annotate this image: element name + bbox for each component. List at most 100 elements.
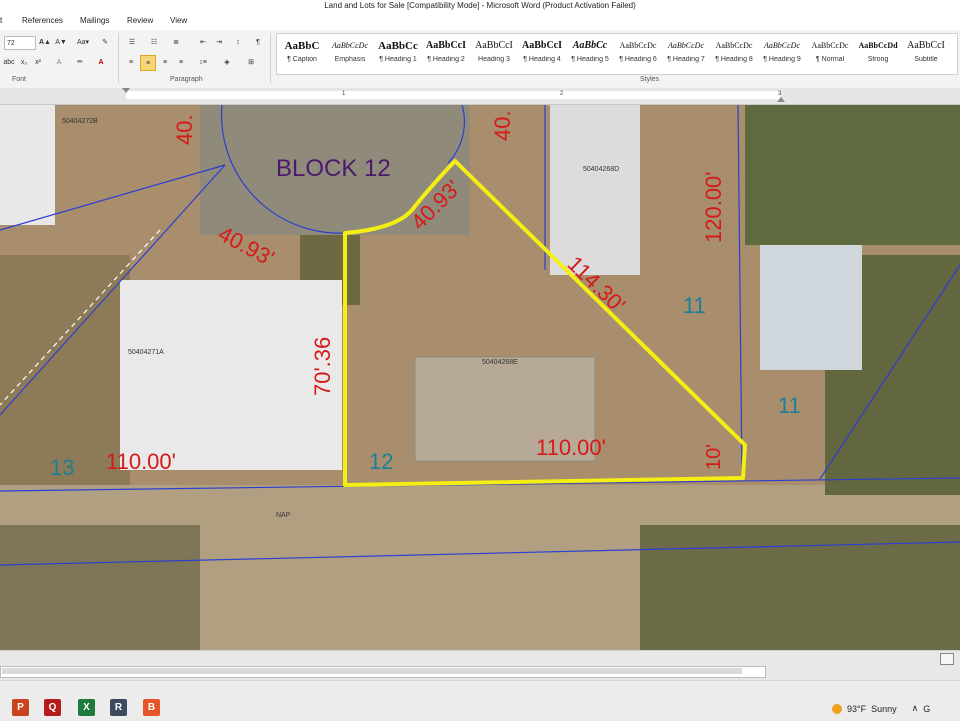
building-roof xyxy=(120,280,342,470)
align-right-icon[interactable]: ≡ xyxy=(158,55,172,69)
powerpoint-icon[interactable]: P xyxy=(12,699,29,716)
multilevel-list-icon[interactable]: ≣ xyxy=(168,36,184,48)
horizontal-ruler[interactable]: 1 2 3 xyxy=(0,88,960,105)
brave-browser-icon[interactable]: B xyxy=(143,699,160,716)
quicken-icon[interactable]: Q xyxy=(44,699,61,716)
font-color-icon[interactable]: A xyxy=(94,56,108,68)
weather-widget[interactable]: 93°F Sunny ∧ G xyxy=(832,703,930,714)
tab-mailings[interactable]: Mailings xyxy=(80,16,109,25)
dimension-label: 110.00' xyxy=(106,449,176,474)
trees xyxy=(745,105,960,245)
style-subtitle[interactable]: AaBbCcI Subtitle xyxy=(903,36,949,72)
building-roof xyxy=(0,105,55,225)
lot-number: 11 xyxy=(683,293,706,318)
divider xyxy=(118,33,119,83)
style-heading-1[interactable]: AaBbCc ¶ Heading 1 xyxy=(375,36,421,72)
style-strong[interactable]: AaBbCcDd Strong xyxy=(855,36,901,72)
highlight-icon[interactable]: ✏ xyxy=(72,56,88,68)
pilcrow-icon[interactable]: ¶ xyxy=(252,36,264,48)
excel-icon[interactable]: X xyxy=(78,699,95,716)
style-heading-3[interactable]: AaBbCcI Heading 3 xyxy=(471,36,517,72)
right-indent-marker[interactable] xyxy=(777,97,785,102)
borders-icon[interactable]: ⊞ xyxy=(242,55,260,69)
tab-view[interactable]: View xyxy=(170,16,187,25)
parcel-id: 50404271A xyxy=(128,349,164,356)
horizontal-scrollbar[interactable] xyxy=(0,650,960,681)
sun-icon xyxy=(832,703,842,714)
strikethrough-icon[interactable]: abc xyxy=(2,56,16,68)
scroll-thumb[interactable] xyxy=(2,668,742,674)
dimension-label: 10' xyxy=(703,443,725,470)
building-roof xyxy=(760,245,862,370)
dimension-label: 40. xyxy=(172,114,197,145)
parcel-id: NAP xyxy=(276,512,291,519)
text-effects-icon[interactable]: A xyxy=(52,56,66,68)
temperature: 93°F xyxy=(847,703,867,714)
style-caption[interactable]: AaBbC ¶ Caption xyxy=(279,36,325,72)
parcel-id: 50404272B xyxy=(62,118,98,125)
style-emphasis[interactable]: AaBbCcDc Emphasis xyxy=(327,36,373,72)
change-case-icon[interactable]: Aa▾ xyxy=(74,36,92,48)
taskbar: P Q X R B 93°F Sunny ∧ G xyxy=(0,680,960,721)
shading-icon[interactable]: ◈ xyxy=(218,55,236,69)
dimension-label: 70'.36 xyxy=(310,336,335,396)
align-center-icon[interactable]: ≡ xyxy=(140,55,156,71)
window-title: Land and Lots for Sale [Compatibility Mo… xyxy=(324,1,636,10)
tray-icon[interactable]: G xyxy=(923,704,930,714)
style-heading-6[interactable]: AaBbCcDc ¶ Heading 6 xyxy=(615,36,661,72)
increase-indent-icon[interactable]: ⇥ xyxy=(212,36,226,48)
aerial-map xyxy=(0,105,960,650)
style-heading-4[interactable]: AaBbCcI ¶ Heading 4 xyxy=(519,36,565,72)
style-heading-5[interactable]: AaBbCc ¶ Heading 5 xyxy=(567,36,613,72)
title-bar: Land and Lots for Sale [Compatibility Mo… xyxy=(0,0,960,12)
styles-gallery: AaBbC ¶ Caption AaBbCcDc Emphasis AaBbCc ¶ … xyxy=(276,33,958,75)
lot-number: 11 xyxy=(778,393,801,418)
font-group-label: Font xyxy=(12,76,27,83)
divider xyxy=(270,33,271,83)
ruler-number: 1 xyxy=(342,91,346,97)
dimension-label: 110.00' xyxy=(536,435,606,460)
clear-format-icon[interactable]: ✎ xyxy=(98,36,112,48)
dimension-label: 120.00' xyxy=(701,171,726,244)
style-heading-8[interactable]: AaBbCcDc ¶ Heading 8 xyxy=(711,36,757,72)
style-normal[interactable]: AaBbCcDc ¶ Normal xyxy=(807,36,853,72)
tab-references[interactable]: References xyxy=(22,16,63,25)
style-heading-9[interactable]: AaBbCcDc ¶ Heading 9 xyxy=(759,36,805,72)
shrubs xyxy=(0,525,200,650)
shrink-font-icon[interactable]: A▼ xyxy=(54,36,68,48)
weather-condition: Sunny xyxy=(871,703,897,714)
styles-group-label: Styles xyxy=(640,76,660,83)
style-heading-2[interactable]: AaBbCcI ¶ Heading 2 xyxy=(423,36,469,72)
lot-number: 13 xyxy=(50,455,75,480)
subscript-icon[interactable]: x₂ xyxy=(18,56,30,68)
tab-partial[interactable]: t xyxy=(0,16,2,25)
ruler-text-area xyxy=(126,91,780,99)
parcel-id: 50404268D xyxy=(583,166,620,173)
remote-desktop-icon[interactable]: R xyxy=(110,699,127,716)
sort-icon[interactable]: ↕ xyxy=(232,36,244,48)
paragraph-group-label: Paragraph xyxy=(170,76,203,83)
font-size-box[interactable]: 72 xyxy=(4,36,36,50)
numbering-icon[interactable]: ☷ xyxy=(146,36,162,48)
ruler-number: 2 xyxy=(560,91,564,97)
block-label: BLOCK 12 xyxy=(276,155,391,182)
print-layout-view-icon[interactable] xyxy=(940,653,954,665)
grow-font-icon[interactable]: A▲ xyxy=(38,36,52,48)
parcel-id: 50404268E xyxy=(482,359,518,366)
ribbon: 72 A▲ A▼ Aa▾ ✎ abc x₂ x² A ✏ A Font ☰ ☷ … xyxy=(0,30,960,89)
line-spacing-icon[interactable]: ↕≡ xyxy=(194,55,212,69)
building-roof xyxy=(550,105,640,275)
lot-number: 12 xyxy=(369,449,394,474)
decrease-indent-icon[interactable]: ⇤ xyxy=(196,36,210,48)
justify-icon[interactable]: ≡ xyxy=(174,55,188,69)
superscript-icon[interactable]: x² xyxy=(32,56,44,68)
document-area[interactable]: 50404272B 50404268D 50404271A 50404268E … xyxy=(0,105,960,650)
menu-bar: t References Mailings Review View xyxy=(0,12,960,31)
tray-chevron-icon[interactable]: ∧ xyxy=(912,703,919,714)
first-line-indent-marker[interactable] xyxy=(122,88,130,93)
bullets-icon[interactable]: ☰ xyxy=(124,36,140,48)
style-heading-7[interactable]: AaBbCcDc ¶ Heading 7 xyxy=(663,36,709,72)
tab-review[interactable]: Review xyxy=(127,16,153,25)
dimension-label: 40. xyxy=(490,110,515,141)
align-left-icon[interactable]: ≡ xyxy=(124,55,138,69)
